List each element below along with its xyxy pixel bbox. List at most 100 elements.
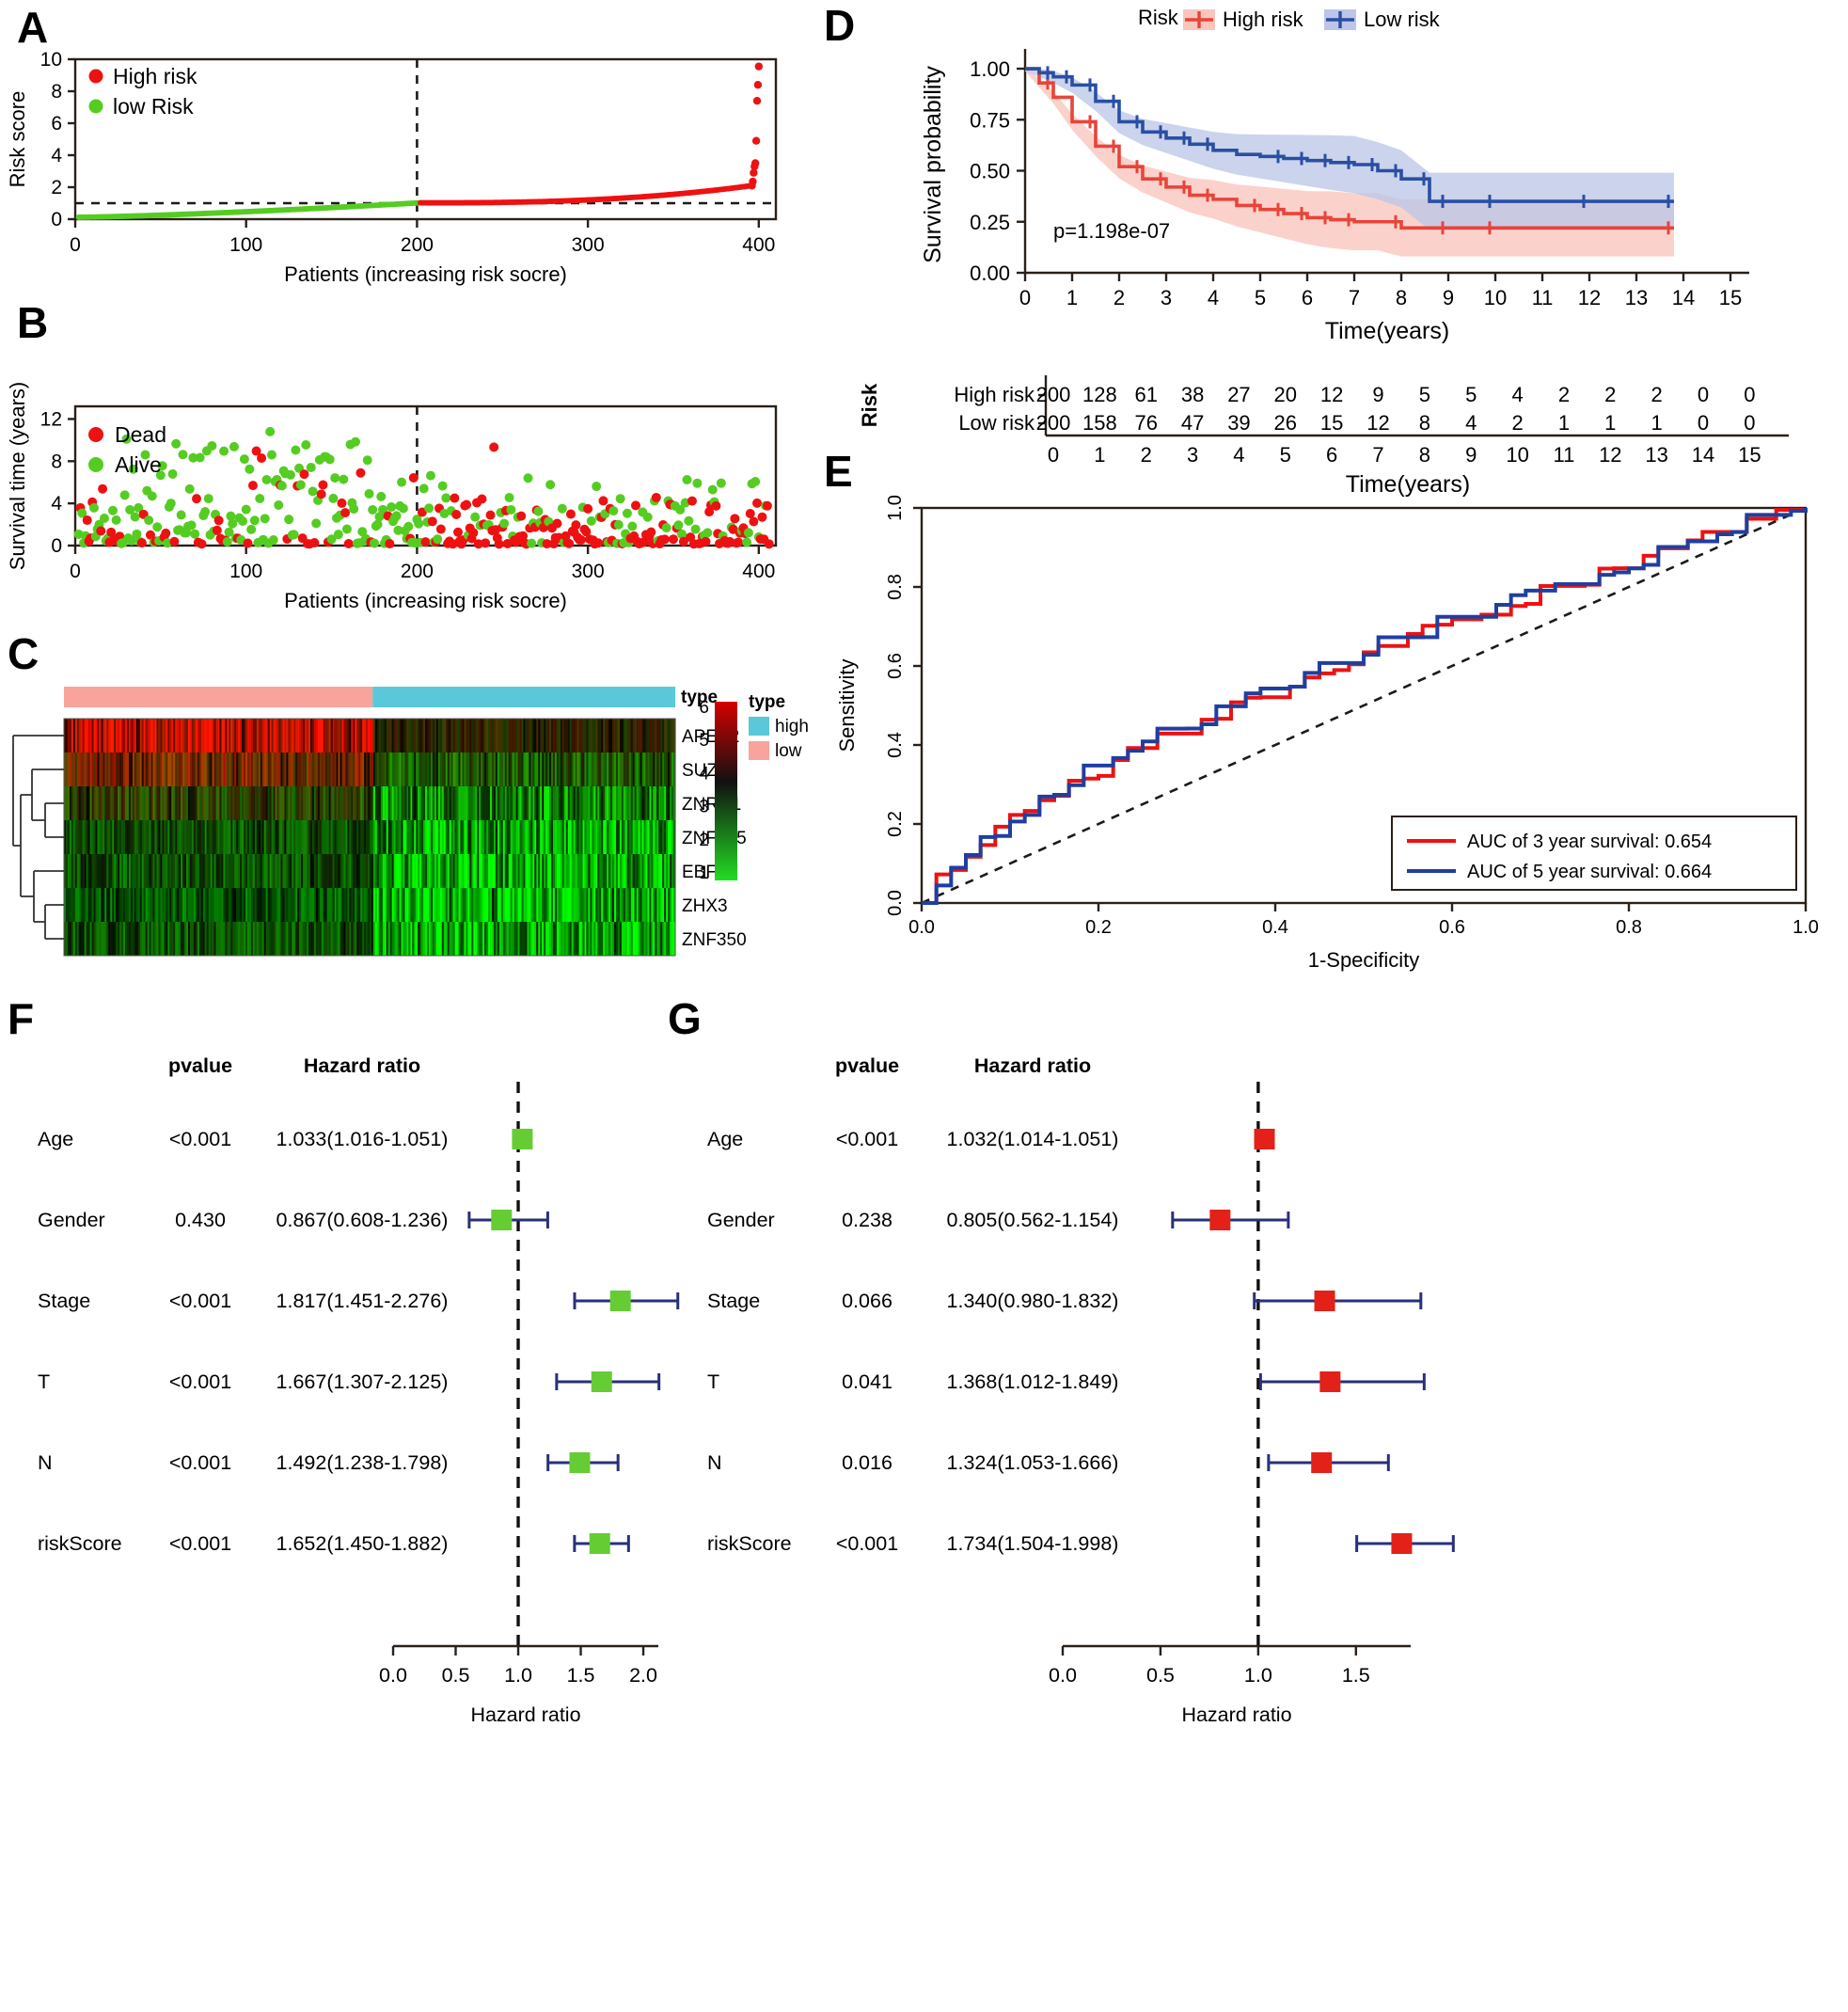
dead-point [213,515,224,526]
dead-point [340,508,351,518]
dead-point [711,500,721,511]
roc-legend-label: AUC of 5 year survival: 0.664 [1467,862,1712,882]
type-legend-label: low [775,741,802,761]
legend-dot-low-risk [88,99,103,114]
forest-x-tick-label: 1.0 [1244,1664,1272,1687]
colorbar-tick-label: 6 [699,698,709,718]
y-tick-label: 0 [51,209,62,230]
dead-point [451,510,462,520]
x-tick-label: 2 [1114,286,1125,309]
km-legend-label-high: High risk [1223,8,1304,31]
alive-point [285,469,295,480]
forest-row-pvalue: 0.016 [842,1451,892,1474]
alive-point [661,523,671,533]
forest-row-hr-text: 1.667(1.307-2.125) [276,1370,449,1393]
alive-point [176,510,186,520]
legend-label-high-risk: High risk [113,64,197,88]
y-tick-label: 0.25 [970,211,1010,234]
colorbar-tick-label: 4 [699,764,709,784]
alive-point [533,506,544,516]
annotation-bar-low [64,687,373,707]
x-tick-label: 13 [1625,286,1648,309]
forest-row-hr-text: 1.734(1.504-1.998) [947,1532,1119,1555]
y-axis-title: Survival probability [920,66,946,263]
x-tick-label: 0.0 [908,917,935,938]
dead-point [752,498,763,508]
alive-point [241,504,251,515]
alive-point [615,494,625,504]
forest-point-estimate-marker [609,1291,631,1311]
x-tick-label: 7 [1349,286,1360,309]
km-legend-title: Risk [1138,6,1179,29]
x-tick-label: 10 [1484,286,1507,309]
alive-point [690,524,701,534]
risk-table-x-tick-label: 7 [1372,443,1383,467]
dead-point [212,525,222,535]
dead-point [646,527,656,537]
dead-point [564,538,575,548]
forest-row-hr-text: 1.032(1.014-1.051) [947,1128,1119,1150]
alive-point [592,482,602,492]
dead-point [337,498,347,508]
alive-point [707,484,718,495]
risk-table-cell: 26 [1274,411,1297,435]
alive-point [308,486,318,497]
y-axis-title: Risk score [6,91,29,188]
forest-header-pvalue: pvalue [168,1054,232,1077]
y-axis-title: Sensitivity [835,658,859,752]
risk-table-cell: 0 [1744,383,1755,406]
high-risk-outlier-point [752,97,762,105]
legend-label-alive: Alive [115,452,162,477]
dead-point [355,467,366,478]
dead-point [316,489,326,499]
km-legend-label-low: Low risk [1364,8,1441,31]
forest-point-estimate-marker [591,1371,612,1392]
y-tick-label: 8 [51,81,62,103]
forest-header-hazard-ratio: Hazard ratio [304,1054,420,1077]
risk-table-x-tick-label: 5 [1280,443,1291,467]
risk-table-x-tick-label: 4 [1233,443,1244,467]
forest-point-estimate-marker [1391,1533,1413,1554]
forest-row-name: Gender [38,1209,105,1231]
dead-point [257,453,267,464]
forest-row-hr-text: 1.324(1.053-1.666) [947,1451,1119,1474]
alive-point [369,538,379,548]
alive-point [152,522,163,532]
dead-point [435,524,446,534]
colorbar-tick-label: 1 [699,863,709,883]
alive-point [144,515,154,526]
dead-point [762,500,772,511]
forest-row-pvalue: <0.001 [169,1290,231,1312]
alive-point [527,538,537,548]
x-tick-label: 400 [742,234,775,256]
alive-point [328,493,339,503]
alive-point [364,488,374,499]
forest-row-name: riskScore [38,1532,122,1555]
legend-dot-dead [88,427,103,442]
alive-point [425,470,435,481]
panel-d-survival-chart: Risk High risk Low risk 0.00 0.25 0.50 0.75 1.0… [903,0,1848,357]
y-tick-label: 4 [51,493,62,515]
dead-point [701,536,711,547]
high-risk-outlier-point [749,177,757,186]
dead-point [764,539,774,549]
alive-point [750,477,761,487]
panel-c-heatmap: type APEX2 SUZ12 ZNRD1 ZNF195 EBF4 ZHX3 ZNF350 6… [0,677,828,988]
forest-row-pvalue: <0.001 [169,1451,231,1474]
x-tick-label: 15 [1719,286,1742,309]
forest-row-hr-text: 1.817(1.451-2.276) [276,1290,449,1312]
alive-point [260,514,270,524]
alive-point [368,504,378,515]
alive-point [261,475,272,485]
panel-d-letter: D [824,1,856,50]
alive-point [274,499,284,510]
legend-dot-high-risk [88,69,103,84]
forest-point-estimate-marker [512,1129,533,1149]
risk-table-x-tick-label: 8 [1419,443,1430,467]
panel-e-roc-chart: 0.0 0.2 0.4 0.6 0.8 1.0 0.0 0.2 0.4 0.6 0.8 1.0 1-Sp… [809,470,1848,978]
high-risk-outlier-point [754,62,764,71]
alive-point [130,512,140,522]
alive-point [295,480,306,490]
risk-table-x-tick-label: 12 [1599,443,1621,467]
dead-point [408,472,419,483]
